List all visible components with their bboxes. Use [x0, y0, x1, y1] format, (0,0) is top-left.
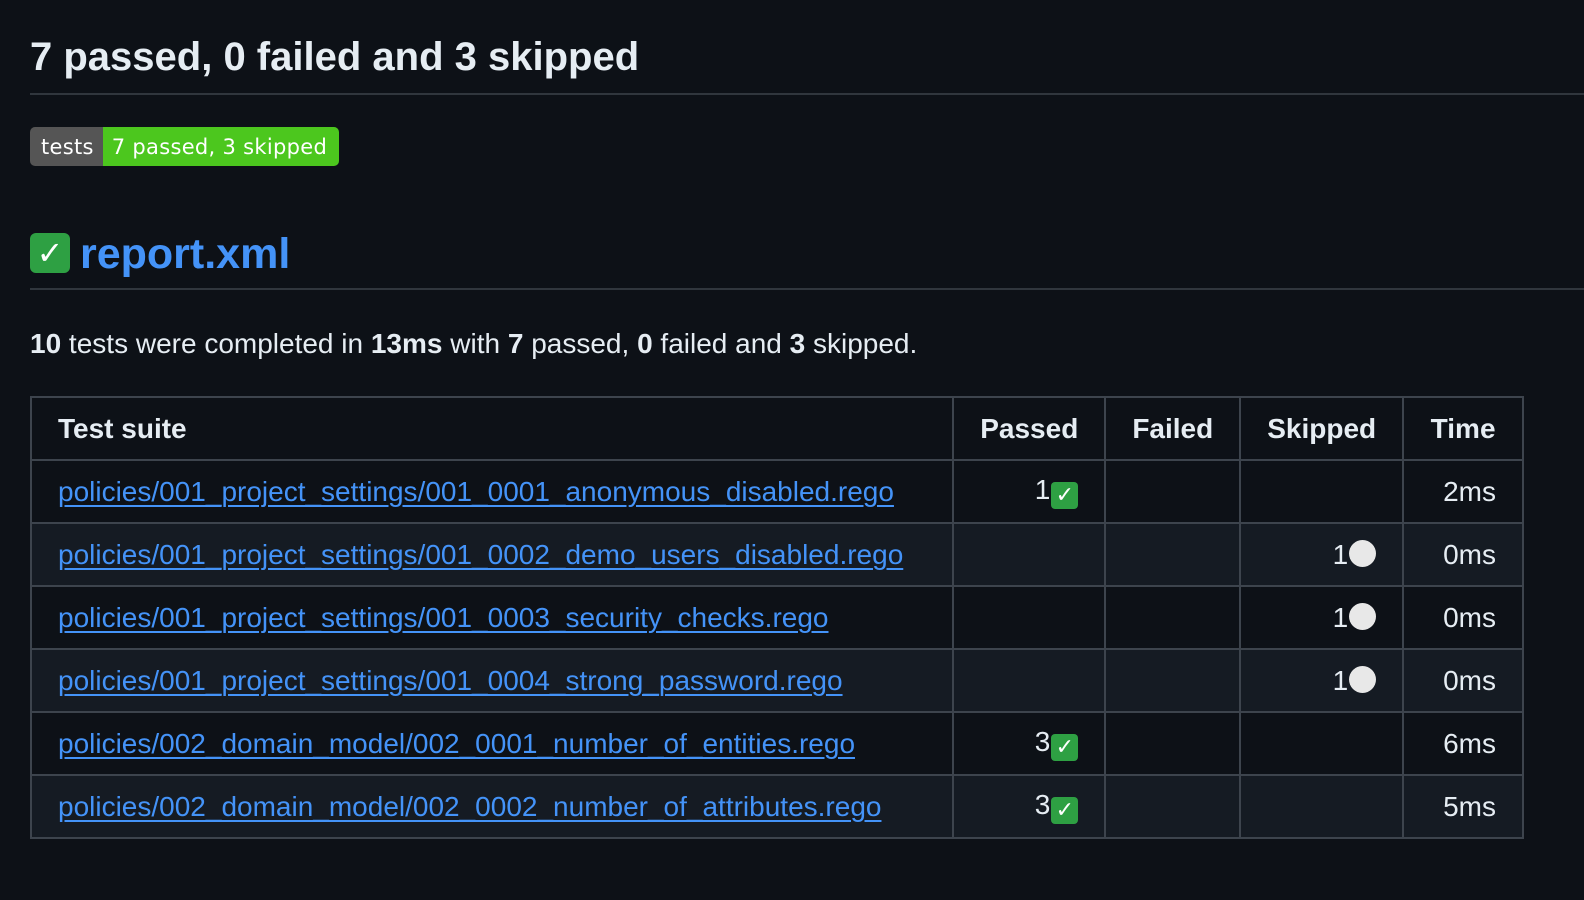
badge-label: tests	[30, 127, 103, 166]
skipped-cell: 1	[1239, 648, 1405, 713]
time-cell: 6ms	[1402, 711, 1524, 776]
table-body: policies/001_project_settings/001_0001_a…	[29, 459, 1524, 839]
table-row: policies/001_project_settings/001_0002_d…	[29, 522, 1524, 587]
stats-total: 10	[30, 328, 62, 359]
time-cell: 0ms	[1402, 522, 1524, 587]
skipped-cell	[1239, 711, 1405, 776]
report-stats: 10 tests were completed in 13ms with 7 p…	[30, 327, 917, 361]
check-mark-icon: ✓	[1051, 482, 1079, 509]
time-cell: 2ms	[1402, 459, 1524, 524]
skipped-cell: 1	[1239, 585, 1405, 650]
failed-cell	[1104, 585, 1242, 650]
skipped-cell: 1	[1239, 522, 1405, 587]
header-passed: Passed	[952, 396, 1107, 461]
passed-cell	[952, 522, 1107, 587]
failed-cell	[1104, 711, 1242, 776]
header-failed: Failed	[1104, 396, 1242, 461]
table-row: policies/002_domain_model/002_0002_numbe…	[29, 774, 1524, 839]
suite-link[interactable]: policies/001_project_settings/001_0001_a…	[58, 476, 894, 507]
passed-count: 3	[1034, 789, 1051, 820]
check-mark-icon: ✓	[1051, 734, 1079, 761]
passed-cell	[952, 585, 1107, 650]
suite-link[interactable]: policies/002_domain_model/002_0002_numbe…	[58, 791, 881, 822]
suite-cell: policies/001_project_settings/001_0004_s…	[29, 648, 955, 713]
skipped-cell	[1239, 459, 1405, 524]
results-table: Test suite Passed Failed Skipped Time po…	[29, 396, 1524, 839]
header-skipped: Skipped	[1239, 396, 1405, 461]
suite-cell: policies/001_project_settings/001_0001_a…	[29, 459, 955, 524]
stats-text: failed and	[652, 328, 790, 359]
suite-link[interactable]: policies/001_project_settings/001_0003_s…	[58, 602, 829, 633]
skipped-count: 1	[1332, 664, 1349, 696]
badge-value: 7 passed, 3 skipped	[102, 127, 340, 166]
failed-cell	[1104, 648, 1242, 713]
report-heading: ✓ report.xml	[30, 220, 1584, 290]
test-report-content: 7 passed, 0 failed and 3 skipped tests 7…	[29, 0, 1584, 839]
table-row: policies/001_project_settings/001_0001_a…	[29, 459, 1524, 524]
suite-cell: policies/002_domain_model/002_0002_numbe…	[29, 774, 955, 839]
table-row: policies/002_domain_model/002_0001_numbe…	[29, 711, 1524, 776]
time-cell: 0ms	[1402, 648, 1524, 713]
passed-count: 3	[1034, 726, 1051, 757]
check-mark-button-icon: ✓	[30, 233, 70, 273]
white-circle-icon	[1349, 539, 1377, 567]
stats-text: tests were completed in	[61, 328, 371, 359]
suite-link[interactable]: policies/002_domain_model/002_0001_numbe…	[58, 728, 855, 759]
table-row: policies/001_project_settings/001_0003_s…	[29, 585, 1524, 650]
time-cell: 0ms	[1402, 585, 1524, 650]
suite-link[interactable]: policies/001_project_settings/001_0002_d…	[58, 539, 903, 570]
header-test-suite: Test suite	[29, 396, 955, 461]
white-circle-icon	[1349, 665, 1377, 693]
passed-cell: 3 ✓	[952, 711, 1107, 776]
check-mark-icon: ✓	[1051, 797, 1079, 824]
suite-link[interactable]: policies/001_project_settings/001_0004_s…	[58, 665, 843, 696]
stats-duration: 13ms	[370, 328, 443, 359]
failed-cell	[1104, 522, 1242, 587]
stats-skipped: 3	[789, 328, 806, 359]
stats-text: skipped.	[805, 328, 918, 359]
skipped-cell	[1239, 774, 1405, 839]
stats-passed: 7	[507, 328, 524, 359]
summary-title: 7 passed, 0 failed and 3 skipped	[30, 0, 1584, 95]
failed-cell	[1104, 774, 1242, 839]
suite-cell: policies/002_domain_model/002_0001_numbe…	[29, 711, 955, 776]
suite-cell: policies/001_project_settings/001_0003_s…	[29, 585, 955, 650]
time-cell: 5ms	[1402, 774, 1524, 839]
passed-count: 1	[1034, 474, 1051, 505]
white-circle-icon	[1349, 602, 1377, 630]
report-file-link[interactable]: report.xml	[80, 232, 290, 276]
skipped-count: 1	[1332, 538, 1349, 570]
stats-text: passed,	[523, 328, 638, 359]
skipped-count: 1	[1332, 601, 1349, 633]
table-header-row: Test suite Passed Failed Skipped Time	[29, 396, 1524, 461]
failed-cell	[1104, 459, 1242, 524]
table-row: policies/001_project_settings/001_0004_s…	[29, 648, 1524, 713]
header-time: Time	[1402, 396, 1524, 461]
passed-cell: 3 ✓	[952, 774, 1107, 839]
tests-badge: tests 7 passed, 3 skipped	[30, 127, 340, 166]
passed-cell: 1 ✓	[952, 459, 1107, 524]
passed-cell	[952, 648, 1107, 713]
suite-cell: policies/001_project_settings/001_0002_d…	[29, 522, 955, 587]
stats-text: with	[442, 328, 508, 359]
stats-failed: 0	[637, 328, 653, 359]
